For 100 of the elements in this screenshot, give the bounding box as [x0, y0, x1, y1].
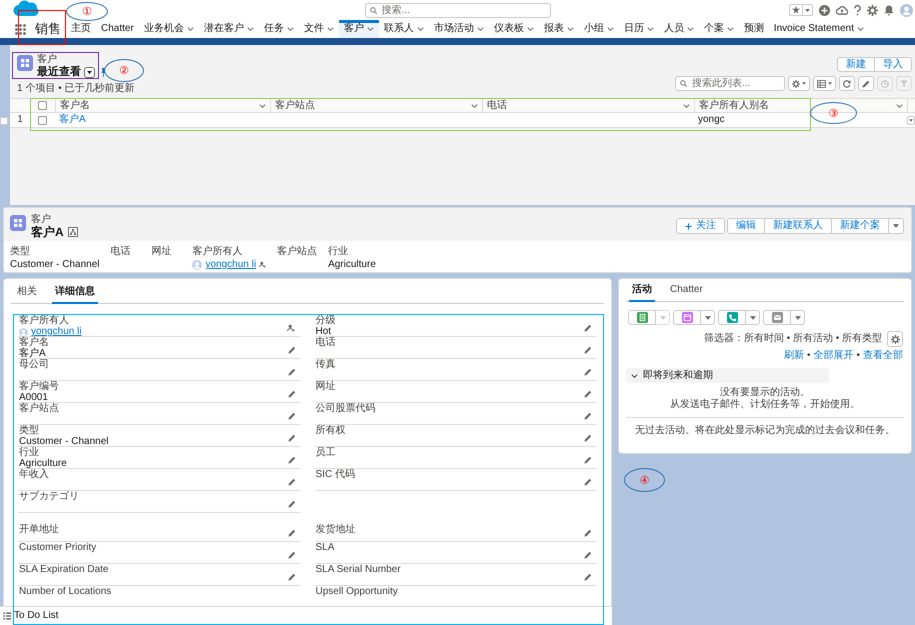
nav-tab[interactable]: 联系人: [378, 20, 429, 38]
edit-icon[interactable]: [288, 529, 296, 537]
list-action-button[interactable]: 新建: [837, 57, 875, 72]
list-view-menu-button[interactable]: [84, 66, 95, 78]
settings-icon[interactable]: [867, 4, 878, 16]
edit-icon[interactable]: [584, 346, 592, 354]
nav-tab[interactable]: 预测: [738, 20, 769, 38]
event-button[interactable]: [673, 310, 701, 325]
edit-icon[interactable]: [288, 456, 296, 464]
app-launcher-icon[interactable]: [15, 24, 26, 34]
row-checkbox[interactable]: [38, 116, 47, 124]
edit-icon[interactable]: [288, 500, 296, 508]
row-actions-button[interactable]: [907, 116, 915, 124]
add-icon[interactable]: [819, 4, 830, 16]
column-header[interactable]: 客户名: [55, 99, 270, 112]
tab[interactable]: 相关: [14, 286, 40, 304]
more-actions-button[interactable]: [889, 218, 904, 234]
call-button[interactable]: [718, 310, 746, 325]
panel-toggle-button[interactable]: [0, 117, 8, 125]
field-value: A0001: [19, 393, 48, 403]
nav-tab[interactable]: 主页: [66, 20, 96, 38]
edit-icon[interactable]: [584, 551, 592, 559]
action-button[interactable]: 新建联系人: [765, 218, 832, 234]
activity-link[interactable]: 刷新: [784, 350, 804, 362]
edit-icon[interactable]: [288, 573, 296, 581]
cloud-icon[interactable]: [836, 5, 848, 15]
edit-icon[interactable]: [584, 434, 592, 442]
task-button[interactable]: [628, 310, 656, 325]
action-menu-button[interactable]: [746, 310, 760, 325]
nav-tab[interactable]: 客户: [338, 20, 379, 38]
activity-link[interactable]: 查看全部: [863, 350, 903, 362]
nav-tab[interactable]: 日历: [618, 20, 659, 38]
action-menu-button[interactable]: [701, 310, 715, 325]
edit-icon[interactable]: [584, 478, 592, 486]
edit-icon[interactable]: [584, 390, 592, 398]
pin-icon[interactable]: [101, 68, 106, 76]
edit-icon[interactable]: [288, 478, 296, 486]
search-field[interactable]: 搜索...: [364, 2, 550, 18]
tab[interactable]: 详细信息: [52, 286, 98, 304]
tab[interactable]: Chatter: [667, 284, 706, 302]
nav-tab[interactable]: Invoice Statement: [768, 20, 869, 38]
edit-icon[interactable]: [584, 573, 592, 581]
action-button[interactable]: 编辑: [727, 218, 765, 234]
record-link[interactable]: 客户A: [59, 115, 86, 125]
nav-tab[interactable]: 任务: [258, 20, 299, 38]
edit-list-button[interactable]: [858, 76, 874, 91]
display-as-button[interactable]: [813, 76, 836, 91]
column-header[interactable]: 客户站点: [270, 99, 482, 112]
activity-link[interactable]: 全部展开: [813, 350, 854, 362]
edit-icon[interactable]: [584, 529, 592, 537]
edit-icon[interactable]: [288, 346, 296, 354]
edit-icon[interactable]: [288, 412, 296, 420]
change-owner-icon[interactable]: [259, 261, 266, 268]
action-button[interactable]: 新建个案: [832, 218, 889, 234]
nav-tab[interactable]: 文件: [298, 20, 339, 38]
nav-tab[interactable]: 人员: [658, 20, 699, 38]
nav-tab[interactable]: 个案: [698, 20, 739, 38]
caret-icon: [805, 8, 810, 12]
tab[interactable]: 活动: [629, 284, 655, 302]
list-action-button[interactable]: 导入: [875, 57, 912, 72]
edit-icon[interactable]: [288, 368, 296, 376]
change-owner-icon[interactable]: [286, 324, 294, 332]
edit-icon[interactable]: [584, 456, 592, 464]
edit-icon[interactable]: [288, 551, 296, 559]
nav-tab[interactable]: 小组: [578, 20, 619, 38]
edit-icon[interactable]: [584, 368, 592, 376]
edit-icon[interactable]: [288, 390, 296, 398]
object-label: 客户: [37, 55, 57, 65]
edit-icon[interactable]: [288, 434, 296, 442]
select-all-checkbox[interactable]: [38, 101, 47, 110]
nav-tab[interactable]: 报表: [538, 20, 579, 38]
email-button[interactable]: [763, 310, 791, 325]
nav-tab[interactable]: 仪表板: [488, 20, 539, 38]
filter-settings-button[interactable]: [887, 331, 903, 347]
refresh-button[interactable]: [839, 76, 855, 91]
notifications-icon[interactable]: [884, 4, 894, 16]
favorites-button[interactable]: [789, 4, 813, 16]
annotation-callout: ④: [624, 468, 665, 492]
app-name: 销售: [35, 22, 61, 36]
nav-tab[interactable]: 市场活动: [428, 20, 489, 38]
user-link[interactable]: yongchun li: [31, 327, 82, 337]
list-settings-button[interactable]: [788, 76, 810, 91]
section-header[interactable]: 即将到来和逾期: [626, 368, 829, 383]
user-link[interactable]: yongchun li: [205, 259, 256, 270]
field-label: SLA Serial Number: [316, 565, 401, 575]
nav-tab[interactable]: Chatter: [96, 20, 139, 38]
pencil-icon: [862, 80, 870, 88]
list-view-title[interactable]: 最近查看: [37, 65, 81, 79]
utility-item[interactable]: To Do List: [3, 611, 58, 621]
nav-tab[interactable]: 潜在客户: [198, 20, 259, 38]
edit-icon[interactable]: [584, 412, 592, 420]
filter-icon: [900, 80, 908, 88]
action-menu-button[interactable]: [791, 310, 805, 325]
edit-icon[interactable]: [584, 324, 592, 332]
follow-button[interactable]: 关注: [676, 218, 725, 234]
hierarchy-button[interactable]: [68, 227, 78, 237]
nav-tab[interactable]: 业务机会: [138, 20, 199, 38]
list-search-field[interactable]: 搜索此列表...: [675, 76, 785, 91]
column-header[interactable]: 电话: [482, 99, 694, 112]
help-icon[interactable]: [854, 4, 861, 16]
